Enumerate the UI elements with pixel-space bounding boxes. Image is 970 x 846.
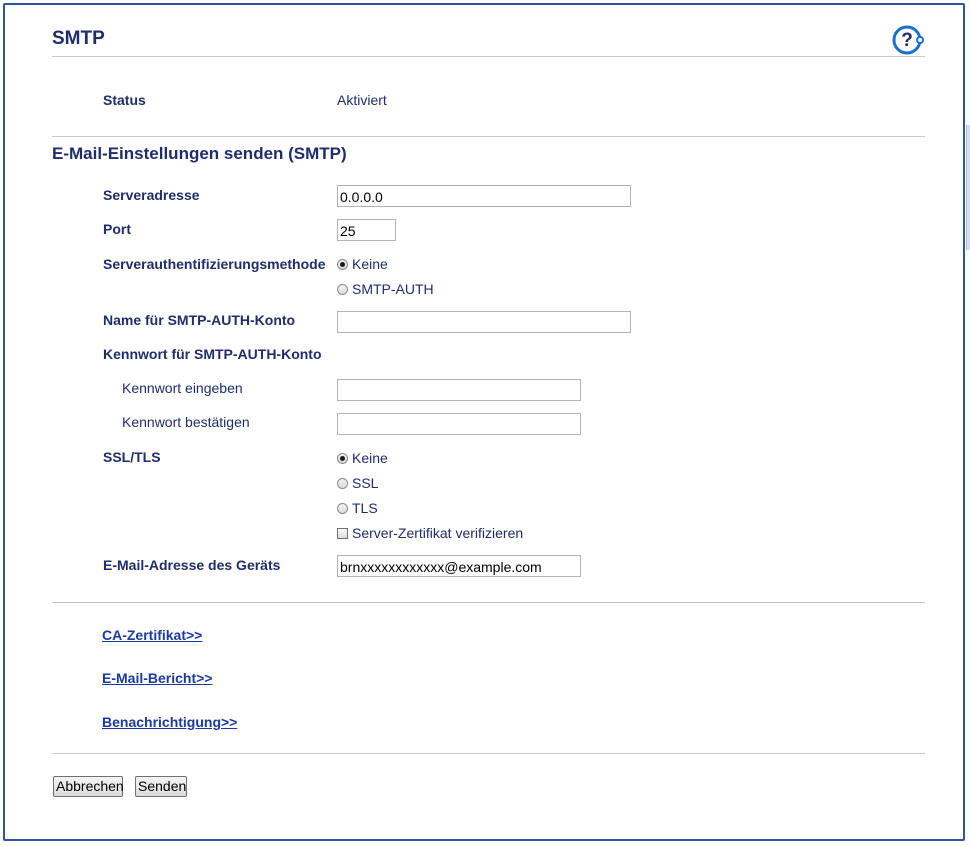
checkbox-unchecked-icon[interactable] bbox=[337, 527, 348, 539]
radio-selected-icon[interactable] bbox=[337, 258, 348, 270]
password-confirm-input[interactable] bbox=[337, 413, 581, 435]
ssl-tls-option-ssl-label: SSL bbox=[352, 475, 379, 491]
notification-link[interactable]: Benachrichtigung>> bbox=[102, 714, 237, 730]
radio-unselected-icon[interactable] bbox=[337, 283, 348, 295]
password-enter-label: Kennwort eingeben bbox=[122, 380, 243, 396]
buttons-divider bbox=[52, 753, 925, 754]
links-divider bbox=[52, 602, 925, 603]
page-title: SMTP bbox=[52, 28, 105, 49]
device-email-input[interactable] bbox=[337, 555, 581, 577]
svg-text:?: ? bbox=[901, 30, 913, 51]
ssl-tls-option-none[interactable]: Keine bbox=[337, 450, 388, 466]
cancel-button[interactable]: Abbrechen bbox=[53, 776, 124, 797]
port-input[interactable] bbox=[337, 219, 396, 241]
ssl-tls-label: SSL/TLS bbox=[103, 449, 161, 465]
auth-method-label: Serverauthentifizierungsmethode bbox=[103, 256, 326, 272]
password-enter-input[interactable] bbox=[337, 379, 581, 401]
verify-certificate-checkbox[interactable]: Server-Zertifikat verifizieren bbox=[337, 525, 523, 541]
ssl-tls-option-none-label: Keine bbox=[352, 450, 388, 466]
section-title: E-Mail-Einstellungen senden (SMTP) bbox=[52, 144, 347, 163]
radio-selected-icon[interactable] bbox=[337, 452, 348, 464]
ssl-tls-option-tls[interactable]: TLS bbox=[337, 500, 378, 516]
password-confirm-label: Kennwort bestätigen bbox=[122, 414, 250, 430]
auth-account-input[interactable] bbox=[337, 311, 631, 333]
server-address-input[interactable] bbox=[337, 185, 631, 207]
auth-method-option-none[interactable]: Keine bbox=[337, 256, 388, 272]
title-divider bbox=[52, 56, 925, 57]
radio-unselected-icon[interactable] bbox=[337, 502, 348, 514]
auth-method-option-none-label: Keine bbox=[352, 256, 388, 272]
auth-method-option-smtp-auth[interactable]: SMTP-AUTH bbox=[337, 281, 434, 297]
password-section-label: Kennwort für SMTP-AUTH-Konto bbox=[103, 346, 322, 362]
auth-method-option-smtp-auth-label: SMTP-AUTH bbox=[352, 281, 434, 297]
status-label: Status bbox=[103, 92, 146, 108]
ssl-tls-option-tls-label: TLS bbox=[352, 500, 378, 516]
device-email-label: E-Mail-Adresse des Geräts bbox=[103, 557, 281, 573]
status-divider bbox=[52, 136, 925, 137]
radio-unselected-icon[interactable] bbox=[337, 477, 348, 489]
verify-certificate-label: Server-Zertifikat verifizieren bbox=[352, 525, 524, 541]
scrollbar[interactable] bbox=[966, 125, 970, 250]
email-report-link[interactable]: E-Mail-Bericht>> bbox=[102, 670, 212, 686]
server-address-label: Serveradresse bbox=[103, 187, 200, 203]
auth-account-label: Name für SMTP-AUTH-Konto bbox=[103, 312, 296, 328]
help-question-icon[interactable]: ? bbox=[891, 24, 927, 56]
ca-certificate-link[interactable]: CA-Zertifikat>> bbox=[102, 627, 202, 643]
port-label: Port bbox=[103, 221, 131, 237]
ssl-tls-option-ssl[interactable]: SSL bbox=[337, 475, 378, 491]
submit-button[interactable]: Senden bbox=[135, 776, 187, 797]
status-value: Aktiviert bbox=[337, 92, 387, 108]
